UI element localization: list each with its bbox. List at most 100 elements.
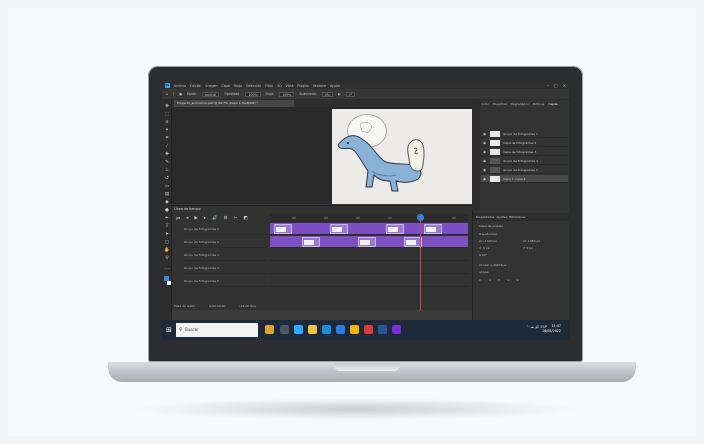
gradient-tool-icon[interactable]: ▤ [164,192,170,197]
audio-icon[interactable]: 🔊 [212,216,218,222]
track-lane-4[interactable] [270,262,468,274]
track-lane-2[interactable] [270,236,468,248]
track-label[interactable]: Grupo de fotogramas 3 [184,249,266,261]
angle-field[interactable]: 0,00° [479,253,487,257]
menu-seleccion[interactable]: Selección [246,84,261,88]
move-tool-icon[interactable]: ✥ [164,104,170,109]
track-lane-5[interactable] [270,275,468,287]
playhead-handle[interactable] [417,214,424,221]
align-buttons-icon[interactable]: ⊏ ⊐ ⊓ ⊔ ⊡ [479,278,522,282]
background-color-swatch[interactable] [167,281,171,285]
frame-clip[interactable] [274,224,292,234]
tab-color[interactable]: Color [481,102,489,106]
layer-row[interactable]: ◉ Grupo de fotogramas 4 [481,157,568,165]
menu-edicion[interactable]: Edición [190,84,202,88]
frame-clip[interactable] [330,224,348,234]
chrome-icon[interactable] [350,325,359,334]
magic-wand-tool-icon[interactable]: ✦ [164,128,170,133]
layer-row[interactable]: ◉ Capa de fotogramas 2 [481,139,568,147]
zoom-tool-icon[interactable]: ⚲ [164,256,170,261]
x-field[interactable]: X: 0 px [479,246,490,250]
width-field[interactable]: An: 1920 px [479,239,497,243]
eraser-tool-icon[interactable]: ▭ [164,184,170,189]
track-label[interactable]: Grupo de fotogramas 2 [184,236,266,248]
menu-plugins[interactable]: Plugins [297,84,308,88]
tab-gradients[interactable]: Degradados [511,102,529,106]
word-icon[interactable] [378,325,387,334]
pen-tool-icon[interactable]: ✒ [164,216,170,221]
tab-properties[interactable]: Propiedades [476,215,494,219]
menu-texto[interactable]: Texto [234,84,242,88]
eye-icon[interactable]: ◉ [483,166,486,173]
track-label[interactable]: Grupo de fotogramas 5 [184,275,266,287]
y-field[interactable]: Y: 0 px [523,246,533,250]
menu-vista[interactable]: Vista [286,84,294,88]
eye-icon[interactable]: ◉ [483,175,486,182]
store-icon[interactable] [336,325,345,334]
settings-icon[interactable]: ⚙ [224,216,228,222]
tab-layers[interactable]: Capas [548,102,557,106]
maximize-icon[interactable]: □ [554,83,558,88]
taskbar-clock[interactable]: 11:47 16/08/2022 [542,324,561,333]
angle-field[interactable]: 0° [345,91,356,97]
healing-tool-icon[interactable]: ✚ [164,152,170,157]
windows-start-icon[interactable]: ⊞ [166,326,174,334]
photoshop-taskbar-icon[interactable] [294,325,303,334]
menu-capa[interactable]: Capa [221,84,229,88]
track-label[interactable]: Grupo de fotogramas 1 [184,223,266,235]
edge-icon[interactable] [322,325,331,334]
premiere-icon[interactable] [392,325,401,334]
menu-ayuda[interactable]: Ayuda [330,84,340,88]
blur-tool-icon[interactable]: ◆ [164,200,170,205]
tab-libraries[interactable]: Bibliotecas [509,215,525,219]
menu-imagen[interactable]: Imagen [205,84,217,88]
layer-row[interactable]: ◉ Grupo de fotogramas 1 [481,130,568,138]
file-explorer-icon[interactable] [308,325,317,334]
tab-patterns[interactable]: Motivos [533,102,545,106]
flow-field[interactable]: 100% [279,91,295,97]
brush-tool-icon[interactable]: ✎ [164,160,170,165]
brush-tool-icon[interactable]: / [173,92,174,96]
brush-preset-icon[interactable]: ● [179,92,182,96]
split-icon[interactable]: ✂ [234,216,238,222]
eyedropper-tool-icon[interactable]: ⁄ [164,144,170,149]
frame-clip[interactable] [302,237,320,247]
eye-icon[interactable]: ◉ [483,157,486,164]
minimize-icon[interactable]: – [547,83,549,88]
previous-frame-icon[interactable]: ◂ [186,216,188,222]
app-red-icon[interactable] [364,325,373,334]
eye-icon[interactable]: ◉ [483,139,486,146]
mode-select[interactable]: Normal [201,91,220,97]
close-icon[interactable]: ✕ [563,83,566,88]
crop-tool-icon[interactable]: ⌗ [164,136,170,141]
lasso-tool-icon[interactable]: ɞ [164,120,170,125]
shape-tool-icon[interactable]: ▢ [164,240,170,245]
document-tab[interactable]: Proyecto_animacion.psd @ 66,7% (Capa 1, … [174,100,294,107]
tab-swatches[interactable]: Muestras [493,102,507,106]
stamp-tool-icon[interactable]: ⊥ [164,168,170,173]
tab-adjustments[interactable]: Ajustes [496,215,507,219]
layer-row[interactable]: ◉ Capa de fotogramas 3 [481,148,568,156]
menu-3d[interactable]: 3D [277,84,281,88]
play-icon[interactable]: ▶ [194,216,197,222]
task-view-icon[interactable] [280,325,289,334]
marquee-tool-icon[interactable]: ⬚ [164,112,170,117]
track-lane-3[interactable] [270,249,468,261]
type-tool-icon[interactable]: T [164,224,170,229]
layer-row-selected[interactable]: ◉ Capa 1 copia 2 [481,175,568,183]
transition-icon[interactable]: ◩ [244,216,248,222]
frame-clip[interactable] [424,224,442,234]
hand-tool-icon[interactable]: ✋ [164,248,170,253]
layer-row[interactable]: ◉ Grupo de fotogramas 5 [481,166,568,174]
frame-clip[interactable] [386,224,404,234]
path-select-icon[interactable]: ➤ [164,232,170,237]
menu-ventana[interactable]: Ventana [313,84,326,88]
more-tools-icon[interactable]: … [164,266,170,271]
widgets-icon[interactable] [265,325,274,334]
track-label[interactable]: Grupo de fotogramas 4 [184,262,266,274]
history-brush-icon[interactable]: ↺ [164,176,170,181]
opacity-field[interactable]: 100% [245,91,261,97]
frame-clip[interactable] [358,237,376,247]
playhead[interactable] [420,214,421,311]
height-field[interactable]: Al: 1080 px [523,239,540,243]
